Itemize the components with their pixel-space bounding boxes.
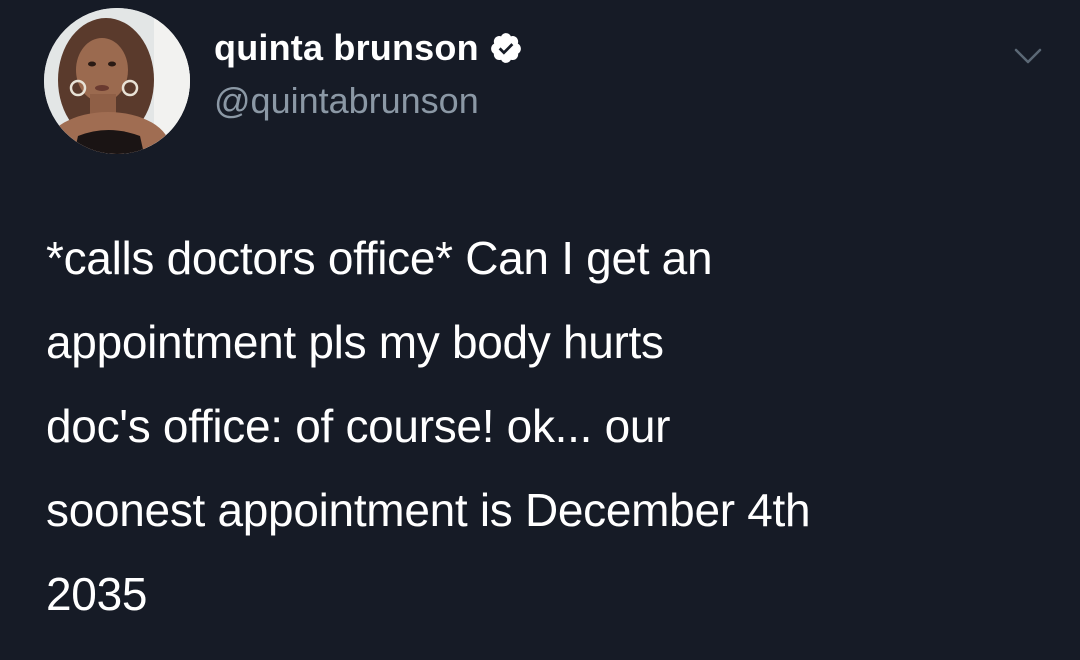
avatar-photo [44, 8, 190, 154]
author-handle[interactable]: @quintabrunson [214, 80, 479, 122]
author-display-name[interactable]: quinta brunson [214, 27, 479, 69]
tweet-text: *calls doctors office* Can I get an appo… [46, 232, 811, 620]
author-name-row: quinta brunson [214, 26, 523, 70]
chevron-down-icon[interactable] [1010, 44, 1046, 68]
verified-badge-icon [490, 33, 521, 63]
tweet-card: quinta brunson @quintabrunson *calls doc… [0, 0, 1080, 660]
avatar[interactable] [44, 8, 190, 154]
